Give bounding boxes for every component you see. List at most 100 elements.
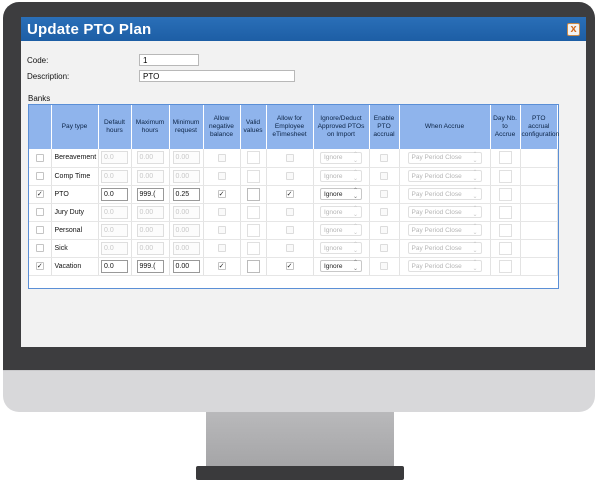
allow-negative-cell <box>203 221 240 239</box>
when-accrue-select[interactable]: Pay Period Close⌃⌄ <box>408 170 482 182</box>
row-select-cell: ✓ <box>29 185 51 203</box>
allow-negative-checkbox[interactable] <box>218 154 226 162</box>
ignore-deduct-select[interactable]: Ignore⌃⌄ <box>320 224 362 236</box>
allow-etimesheet-checkbox[interactable] <box>286 154 294 162</box>
table-row: Jury Duty0.00.000.00Ignore⌃⌄Pay Period C… <box>29 203 558 221</box>
day-nb-input[interactable] <box>499 206 512 219</box>
maximum-hours-input[interactable]: 0.00 <box>137 151 164 164</box>
minimum-request-input[interactable]: 0.25 <box>173 188 200 201</box>
close-icon[interactable]: x <box>567 23 580 36</box>
valid-values-cell <box>240 149 266 167</box>
ignore-deduct-select[interactable]: Ignore⌃⌄ <box>320 206 362 218</box>
ignore-deduct-cell: Ignore ⌃⌄ <box>313 239 369 257</box>
valid-values-box[interactable] <box>247 224 260 237</box>
day-nb-input[interactable] <box>499 151 512 164</box>
minimum-request-input[interactable]: 0.00 <box>173 206 200 219</box>
day-nb-input[interactable] <box>499 242 512 255</box>
allow-etimesheet-checkbox[interactable] <box>286 208 294 216</box>
maximum-hours-input[interactable]: 999.( <box>137 188 164 201</box>
ignore-deduct-select[interactable]: Ignore⌃⌄ <box>320 188 362 200</box>
row-select-checkbox[interactable]: ✓ <box>36 262 44 270</box>
ignore-deduct-select[interactable]: Ignore⌃⌄ <box>320 170 362 182</box>
select-arrows-icon: ⌃⌄ <box>353 188 358 200</box>
when-accrue-select[interactable]: Pay Period Close⌃⌄ <box>408 206 482 218</box>
row-select-checkbox[interactable] <box>36 154 44 162</box>
day-nb-input[interactable] <box>499 260 512 273</box>
select-arrows-icon: ⌃⌄ <box>472 152 477 164</box>
ignore-deduct-select[interactable]: Ignore⌃⌄ <box>320 260 362 272</box>
allow-negative-checkbox[interactable] <box>218 208 226 216</box>
monitor-stand-base <box>196 466 404 480</box>
ignore-deduct-select[interactable]: Ignore⌃⌄ <box>320 152 362 164</box>
row-select-checkbox[interactable] <box>36 244 44 252</box>
allow-negative-checkbox[interactable] <box>218 244 226 252</box>
row-select-checkbox[interactable] <box>36 226 44 234</box>
select-arrows-icon: ⌃⌄ <box>353 242 358 254</box>
enable-accrual-checkbox[interactable] <box>380 154 388 162</box>
valid-values-box[interactable] <box>247 206 260 219</box>
when-accrue-select[interactable]: Pay Period Close⌃⌄ <box>408 188 482 200</box>
when-accrue-cell: Pay Period Close⌃⌄ <box>399 185 490 203</box>
allow-negative-checkbox[interactable] <box>218 172 226 180</box>
maximum-hours-input[interactable]: 0.00 <box>137 242 164 255</box>
enable-accrual-checkbox[interactable] <box>380 226 388 234</box>
allow-etimesheet-checkbox[interactable] <box>286 226 294 234</box>
day-nb-input[interactable] <box>499 170 512 183</box>
allow-negative-cell <box>203 239 240 257</box>
enable-accrual-checkbox[interactable] <box>380 190 388 198</box>
ignore-deduct-value: Ignore <box>324 227 342 234</box>
maximum-hours-input[interactable]: 0.00 <box>137 170 164 183</box>
default-hours-input[interactable]: 0.0 <box>101 151 128 164</box>
description-input[interactable] <box>139 70 295 82</box>
minimum-request-input[interactable]: 0.00 <box>173 224 200 237</box>
when-accrue-select[interactable]: Pay Period Close⌃⌄ <box>408 260 482 272</box>
day-nb-cell <box>490 221 520 239</box>
when-accrue-select[interactable]: Pay Period Close⌃⌄ <box>408 152 482 164</box>
valid-values-box[interactable] <box>247 151 260 164</box>
row-select-checkbox[interactable] <box>36 172 44 180</box>
minimum-request-input[interactable]: 0.00 <box>173 260 200 273</box>
allow-etimesheet-checkbox[interactable] <box>286 244 294 252</box>
maximum-hours-input[interactable]: 0.00 <box>137 224 164 237</box>
default-hours-input[interactable]: 0.0 <box>101 242 128 255</box>
default-hours-input[interactable]: 0.0 <box>101 224 128 237</box>
day-nb-input[interactable] <box>499 224 512 237</box>
row-select-checkbox[interactable]: ✓ <box>36 190 44 198</box>
enable-accrual-checkbox[interactable] <box>380 262 388 270</box>
ignore-deduct-value: Ignore <box>324 245 342 252</box>
enable-accrual-checkbox[interactable] <box>380 244 388 252</box>
when-accrue-select[interactable]: Pay Period Close⌃⌄ <box>408 224 482 236</box>
row-select-checkbox[interactable] <box>36 208 44 216</box>
pay-type-cell: Personal <box>51 221 98 239</box>
default-hours-input[interactable]: 0.0 <box>101 188 128 201</box>
enable-accrual-cell <box>369 203 399 221</box>
when-accrue-select[interactable]: Pay Period Close⌃⌄ <box>408 242 482 254</box>
maximum-hours-input[interactable]: 999.( <box>137 260 164 273</box>
enable-accrual-cell <box>369 221 399 239</box>
default-hours-input[interactable]: 0.0 <box>101 206 128 219</box>
default-hours-input[interactable]: 0.0 <box>101 170 128 183</box>
ignore-deduct-value: Ignore <box>324 173 342 180</box>
allow-etimesheet-checkbox[interactable] <box>286 172 294 180</box>
when-accrue-cell: Pay Period Close⌃⌄ <box>399 167 490 185</box>
day-nb-input[interactable] <box>499 188 512 201</box>
valid-values-box[interactable] <box>247 188 260 201</box>
minimum-request-input[interactable]: 0.00 <box>173 151 200 164</box>
allow-etimesheet-checkbox[interactable]: ✓ <box>286 262 294 270</box>
default-hours-input[interactable]: 0.0 <box>101 260 128 273</box>
valid-values-box[interactable] <box>247 242 260 255</box>
code-input[interactable] <box>139 54 199 66</box>
allow-negative-checkbox[interactable]: ✓ <box>218 262 226 270</box>
ignore-deduct-select[interactable]: Ignore ⌃⌄ <box>320 242 362 254</box>
minimum-request-input[interactable]: 0.00 <box>173 170 200 183</box>
allow-negative-checkbox[interactable] <box>218 226 226 234</box>
enable-accrual-checkbox[interactable] <box>380 172 388 180</box>
valid-values-box[interactable] <box>247 260 260 273</box>
enable-accrual-checkbox[interactable] <box>380 208 388 216</box>
maximum-hours-input[interactable]: 0.00 <box>137 206 164 219</box>
allow-etimesheet-cell <box>266 167 313 185</box>
minimum-request-input[interactable]: 0.00 <box>173 242 200 255</box>
allow-etimesheet-checkbox[interactable]: ✓ <box>286 190 294 198</box>
allow-negative-checkbox[interactable]: ✓ <box>218 190 226 198</box>
valid-values-box[interactable] <box>247 170 260 183</box>
